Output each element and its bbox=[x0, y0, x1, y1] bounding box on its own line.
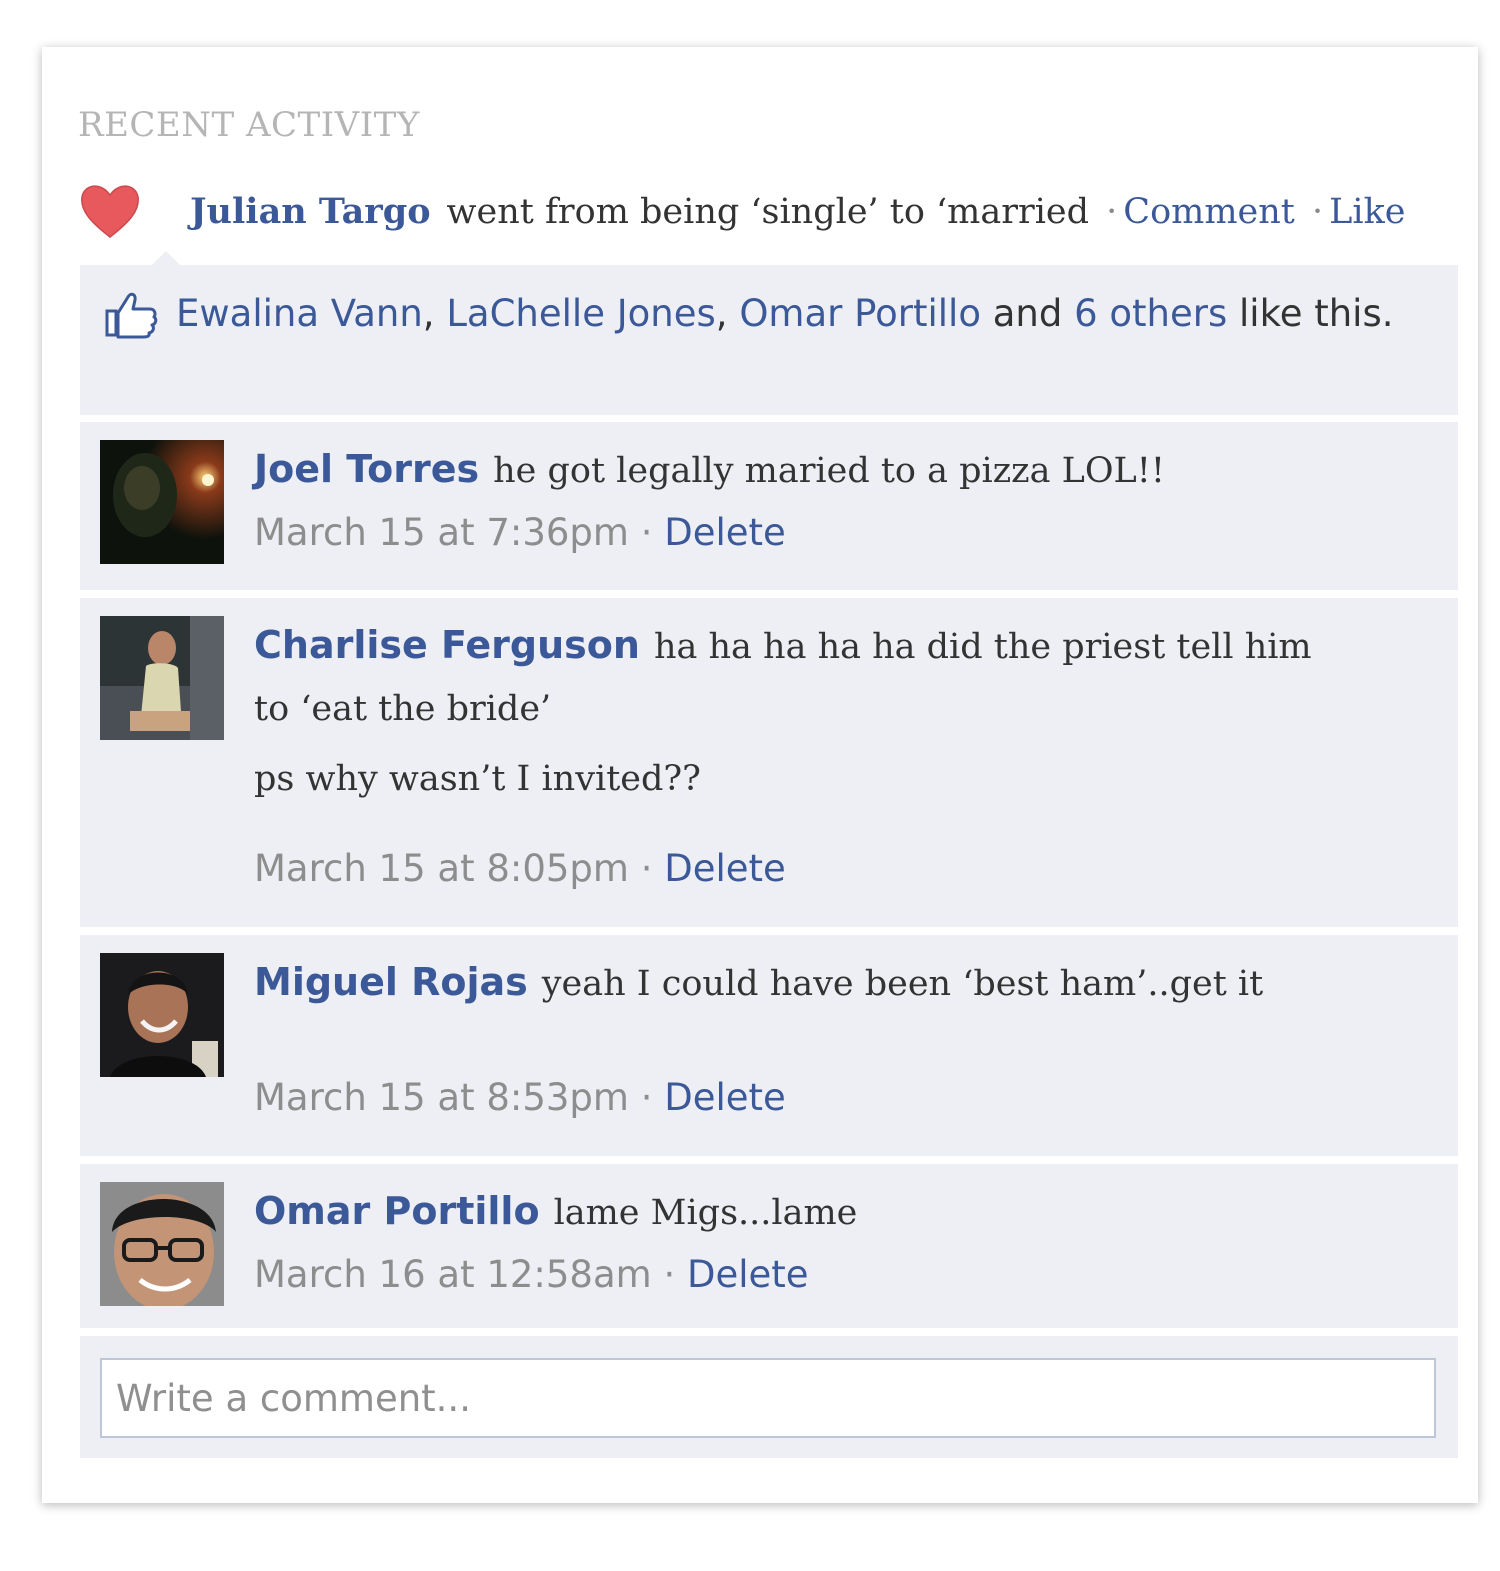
comment-item: Omar Portillo lame Migs...lame March 16 a… bbox=[80, 1164, 1458, 1328]
like-link[interactable]: Like bbox=[1329, 192, 1405, 232]
comment-item: Miguel Rojas yeah I could have been ‘best… bbox=[80, 935, 1458, 1156]
activity-story: Julian Targo went from being ‘single’ to … bbox=[78, 179, 1438, 259]
liker-link[interactable]: Omar Portillo bbox=[739, 292, 981, 335]
avatar[interactable] bbox=[100, 953, 224, 1077]
delete-link[interactable]: Delete bbox=[664, 511, 786, 554]
comment-timestamp[interactable]: March 15 at 8:05pm bbox=[254, 847, 629, 890]
section-title: RECENT ACTIVITY bbox=[78, 105, 420, 145]
delete-link[interactable]: Delete bbox=[687, 1253, 809, 1296]
avatar[interactable] bbox=[100, 440, 224, 564]
comment-item: Joel Torres he got legally maried to a pi… bbox=[80, 422, 1458, 590]
story-actor-link[interactable]: Julian Targo bbox=[190, 191, 431, 232]
separator: · bbox=[1106, 192, 1118, 232]
comment-timestamp[interactable]: March 16 at 12:58am bbox=[254, 1253, 652, 1296]
comment-author-link[interactable]: Charlise Ferguson bbox=[254, 623, 640, 667]
comment-text: ps why wasn’t I invited?? bbox=[254, 759, 701, 799]
comment-text: he got legally maried to a pizza LOL!! bbox=[493, 451, 1165, 491]
delete-link[interactable]: Delete bbox=[664, 1076, 786, 1119]
comment-author-link[interactable]: Joel Torres bbox=[254, 447, 479, 491]
others-link[interactable]: 6 others bbox=[1074, 292, 1227, 335]
comment-text: to ‘eat the bride’ bbox=[254, 689, 552, 729]
story-text: Julian Targo went from being ‘single’ to … bbox=[190, 191, 1406, 232]
comment-item: Charlise Ferguson ha ha ha ha ha did the … bbox=[80, 598, 1458, 927]
recent-activity-card: RECENT ACTIVITY Julian Targo went from be… bbox=[42, 47, 1478, 1503]
comment-text: yeah I could have been ‘best ham’..get i… bbox=[541, 964, 1264, 1004]
comment-timestamp[interactable]: March 15 at 8:53pm bbox=[254, 1076, 629, 1119]
delete-link[interactable]: Delete bbox=[664, 847, 786, 890]
comment-input[interactable] bbox=[100, 1358, 1436, 1438]
avatar[interactable] bbox=[100, 616, 224, 740]
comment-composer bbox=[80, 1336, 1458, 1458]
comment-link[interactable]: Comment bbox=[1123, 192, 1295, 232]
comment-timestamp[interactable]: March 15 at 7:36pm bbox=[254, 511, 629, 554]
liker-link[interactable]: LaChelle Jones bbox=[446, 292, 715, 335]
comment-author-link[interactable]: Omar Portillo bbox=[254, 1189, 540, 1233]
comment-author-link[interactable]: Miguel Rojas bbox=[254, 960, 528, 1004]
thumbs-up-icon bbox=[105, 292, 158, 339]
story-action-text: went from being ‘single’ to ‘married bbox=[446, 192, 1090, 232]
separator: · bbox=[1312, 192, 1324, 232]
likes-suffix: like this. bbox=[1239, 292, 1394, 335]
comment-text: lame Migs...lame bbox=[553, 1193, 858, 1233]
likes-summary: Ewalina Vann, LaChelle Jones, Omar Porti… bbox=[80, 265, 1458, 415]
likes-and-text: and bbox=[992, 292, 1063, 335]
likes-text: Ewalina Vann, LaChelle Jones, Omar Porti… bbox=[176, 292, 1394, 335]
avatar[interactable] bbox=[100, 1182, 224, 1306]
liker-link[interactable]: Ewalina Vann bbox=[176, 292, 423, 335]
pointer-notch bbox=[152, 251, 180, 265]
comment-text: ha ha ha ha ha did the priest tell him bbox=[653, 627, 1312, 667]
heart-icon bbox=[81, 185, 139, 238]
